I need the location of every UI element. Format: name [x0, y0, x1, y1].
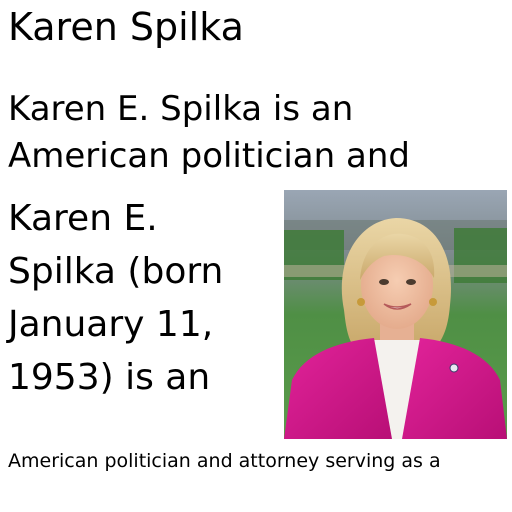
body-line: 1953) is an [8, 357, 211, 398]
body-line: Spilka (born [8, 251, 224, 292]
body-line: January 11, [8, 304, 214, 345]
intro-line: Karen E. Spilka is an [8, 89, 354, 129]
portrait-photo [284, 190, 507, 439]
continuation-text: American politician and attorney serving… [8, 450, 441, 472]
page-title: Karen Spilka [8, 5, 244, 49]
portrait-illustration [284, 190, 507, 439]
body-line: Karen E. [8, 198, 158, 239]
intro-line: American politician and [8, 136, 410, 176]
body-paragraph: Karen E. Spilka (born January 11, 1953) … [8, 192, 278, 404]
intro-paragraph: Karen E. Spilka is an American politicia… [8, 86, 508, 180]
